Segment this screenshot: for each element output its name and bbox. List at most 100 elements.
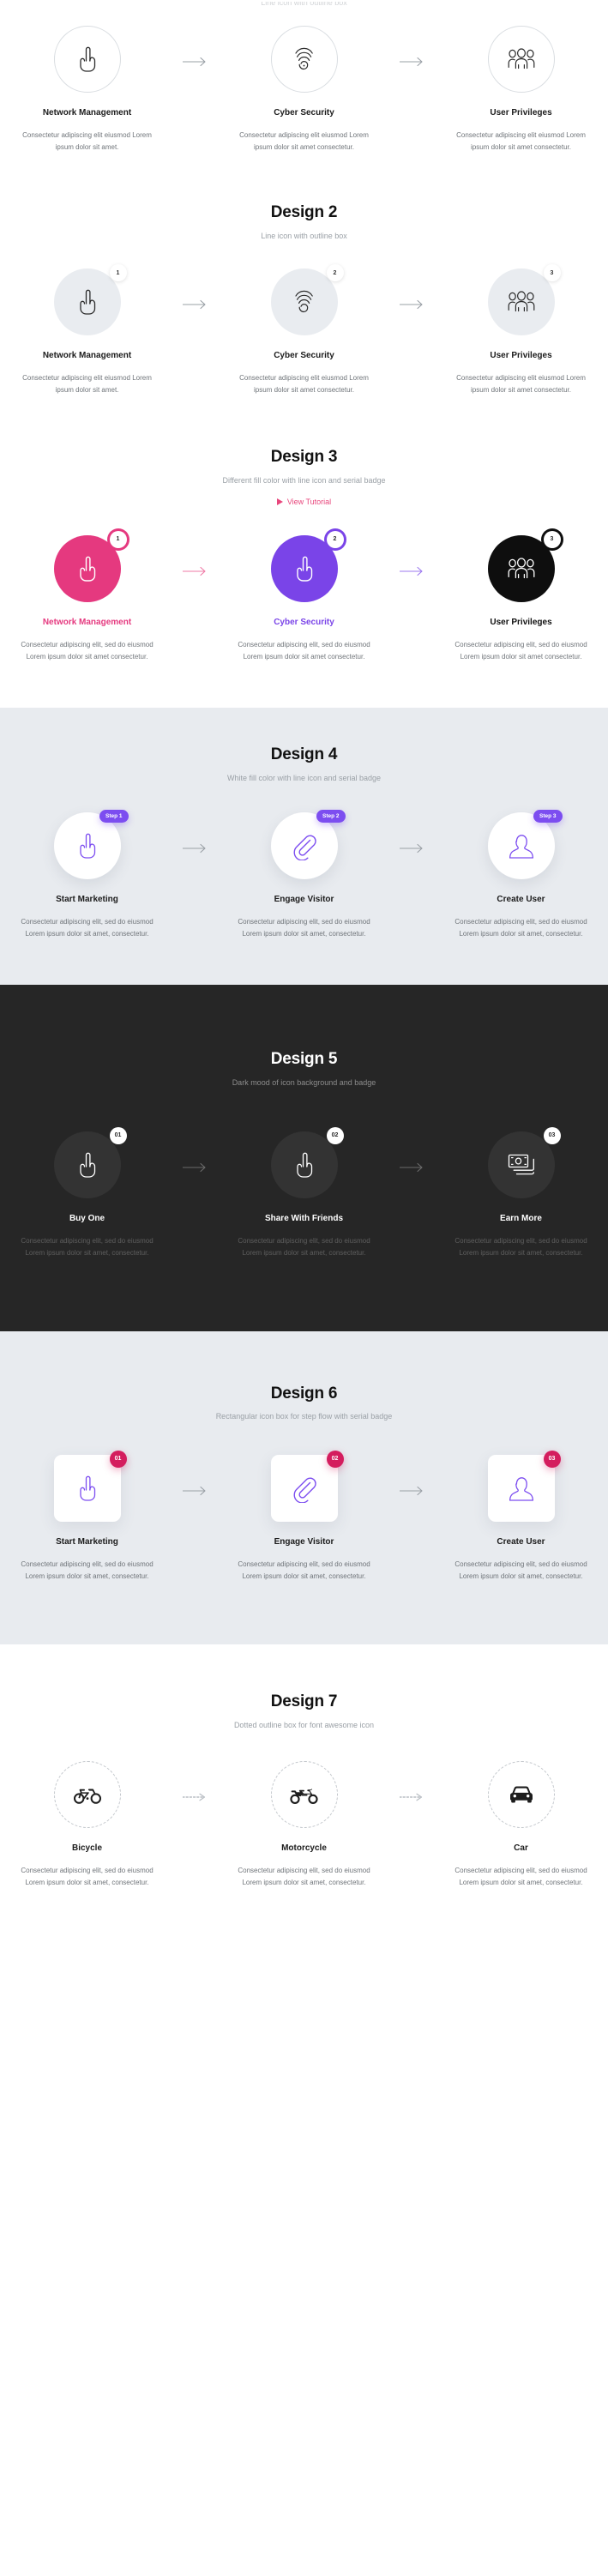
status-badge: Step 3 (533, 810, 563, 823)
step-card[interactable]: 01 Buy One Consectetur adipiscing elit, … (4, 1126, 170, 1259)
page-subtitle: Line icon with outline box (261, 231, 347, 240)
step-card[interactable]: Cyber Security Consectetur adipiscing el… (221, 26, 387, 154)
arrow-right-dashed-icon (170, 1761, 221, 1802)
icon-wrap: 3 (487, 530, 561, 602)
motorcycle-icon (270, 1761, 338, 1829)
step-desc: Consectetur adipiscing elit, sed do eius… (21, 1559, 154, 1580)
icon-wrap: 02 (270, 1126, 344, 1198)
step-card[interactable]: 2 Cyber Security Consectetur adipiscing … (221, 530, 387, 663)
design-5-steps: 01 Buy One Consectetur adipiscing elit, … (12, 1126, 596, 1259)
step-title: Network Management (42, 617, 132, 627)
status-badge: 01 (109, 1126, 127, 1144)
step-desc: Consectetur adipiscing elit, sed do eius… (21, 640, 154, 661)
arrow-right-icon (170, 26, 221, 67)
status-badge: 1 (109, 530, 127, 548)
step-desc: Consectetur adipiscing elit eiusmod Lore… (239, 131, 369, 151)
arrow-right-icon (170, 268, 221, 310)
user-silhouette-icon (487, 1454, 555, 1522)
step-card[interactable]: User Privileges Consectetur adipiscing e… (438, 26, 604, 154)
section-design-5: Design 5 Dark mood of icon background an… (0, 985, 608, 1331)
step-desc: Consectetur adipiscing elit eiusmod Lore… (22, 131, 152, 151)
design-6-heading: Design 6 Rectangular icon box for step f… (12, 1385, 596, 1422)
step-card[interactable]: 02 Engage Visitor Consectetur adipiscing… (221, 1450, 387, 1583)
step-desc: Consectetur adipiscing elit, sed do eius… (454, 1236, 587, 1257)
users-group-icon (487, 26, 555, 93)
arrow-right-icon (387, 812, 438, 854)
arrow-right-dashed-icon (387, 1761, 438, 1802)
step-title: Engage Visitor (274, 1536, 334, 1547)
arrow-right-icon (170, 535, 221, 576)
page-subtitle: White fill color with line icon and seri… (226, 773, 382, 782)
status-badge: Step 2 (316, 810, 346, 823)
design-2-heading: Design 2 Line icon with outline box (12, 203, 596, 241)
section-design-3: Design 3 Different fill color with line … (0, 425, 608, 708)
design-3-steps: 1 Network Management Consectetur adipisc… (12, 530, 596, 663)
page-subtitle: Different fill color with line icon and … (222, 476, 386, 486)
arrow-right-icon (387, 26, 438, 67)
status-badge: 3 (543, 264, 561, 282)
design-7-steps: Bicycle Consectetur adipiscing elit, sed… (12, 1761, 596, 1889)
step-card[interactable]: Car Consectetur adipiscing elit, sed do … (438, 1761, 604, 1889)
step-title: User Privileges (490, 351, 552, 361)
view-tutorial-link[interactable]: View Tutorial (276, 498, 331, 506)
step-card[interactable]: 02 Share With Friends Consectetur adipis… (221, 1126, 387, 1259)
icon-wrap (53, 1761, 121, 1829)
design-1-subtitle: Line icon with outline box (261, 2, 347, 7)
arrow-right-icon (387, 535, 438, 576)
icon-wrap: 01 (53, 1450, 127, 1522)
step-title: Start Marketing (56, 895, 118, 905)
step-card[interactable]: Step 1 Start Marketing Consectetur adipi… (4, 810, 170, 940)
section-design-6: Design 6 Rectangular icon box for step f… (0, 1330, 608, 1644)
bicycle-icon (53, 1761, 121, 1829)
step-desc: Consectetur adipiscing elit eiusmod Lore… (22, 374, 152, 395)
step-card[interactable]: Motorcycle Consectetur adipiscing elit, … (221, 1761, 387, 1889)
status-badge: 3 (543, 530, 561, 548)
step-card[interactable]: 3 User Privileges Consectetur adipiscing… (438, 264, 604, 396)
design-4-steps: Step 1 Start Marketing Consectetur adipi… (12, 810, 596, 940)
arrow-right-icon (170, 812, 221, 854)
step-card[interactable]: 01 Start Marketing Consectetur adipiscin… (4, 1450, 170, 1583)
step-card[interactable]: Step 2 Engage Visitor Consectetur adipis… (221, 810, 387, 940)
step-card[interactable]: Step 3 Create User Consectetur adipiscin… (438, 810, 604, 940)
status-badge: Step 1 (99, 810, 129, 823)
design-3-heading: Design 3 Different fill color with line … (12, 448, 596, 509)
page-title: Design 5 (270, 1050, 338, 1069)
step-card[interactable]: Network Management Consectetur adipiscin… (4, 26, 170, 154)
icon-wrap (487, 26, 555, 93)
step-title: User Privileges (490, 108, 552, 118)
design-1-heading: Line icon with outline box (12, 2, 596, 7)
step-title: Cyber Security (274, 108, 334, 118)
step-card[interactable]: Bicycle Consectetur adipiscing elit, sed… (4, 1761, 170, 1889)
section-design-2: Design 2 Line icon with outline box 1 Ne… (0, 179, 608, 426)
page-title: Design 3 (270, 448, 338, 467)
icon-wrap: 1 (53, 530, 127, 602)
step-desc: Consectetur adipiscing elit, sed do eius… (454, 918, 587, 938)
page-title: Design 6 (270, 1384, 338, 1403)
step-card[interactable]: 2 Cyber Security Consectetur adipiscing … (221, 264, 387, 396)
hand-pointer-icon (53, 534, 121, 602)
status-badge: 02 (326, 1450, 344, 1468)
page-subtitle: Dark mood of icon background and badge (232, 1077, 376, 1087)
arrow-right-icon (387, 268, 438, 310)
icon-wrap (270, 1761, 338, 1829)
icon-wrap (53, 26, 121, 93)
icon-wrap: 2 (270, 530, 344, 602)
step-card[interactable]: 3 User Privileges Consectetur adipiscing… (438, 530, 604, 663)
step-card[interactable]: 03 Earn More Consectetur adipiscing elit… (438, 1126, 604, 1259)
step-desc: Consectetur adipiscing elit, sed do eius… (238, 1867, 370, 1887)
step-desc: Consectetur adipiscing elit eiusmod Lore… (456, 131, 586, 151)
step-card[interactable]: 1 Network Management Consectetur adipisc… (4, 264, 170, 396)
status-badge: 03 (543, 1126, 561, 1144)
step-title: Network Management (42, 351, 132, 361)
design-2-steps: 1 Network Management Consectetur adipisc… (12, 264, 596, 396)
design-6-steps: 01 Start Marketing Consectetur adipiscin… (12, 1450, 596, 1583)
hand-pointer-icon (53, 1454, 121, 1522)
design-1-steps: Network Management Consectetur adipiscin… (12, 26, 596, 154)
section-design-7: Design 7 Dotted outline box for font awe… (0, 1644, 608, 1929)
step-title: Cyber Security (274, 351, 334, 361)
step-card[interactable]: 1 Network Management Consectetur adipisc… (4, 530, 170, 663)
step-card[interactable]: 03 Create User Consectetur adipiscing el… (438, 1450, 604, 1583)
status-badge: 03 (543, 1450, 561, 1468)
hand-pointer-icon (53, 268, 121, 336)
fingerprint-icon (270, 26, 338, 93)
